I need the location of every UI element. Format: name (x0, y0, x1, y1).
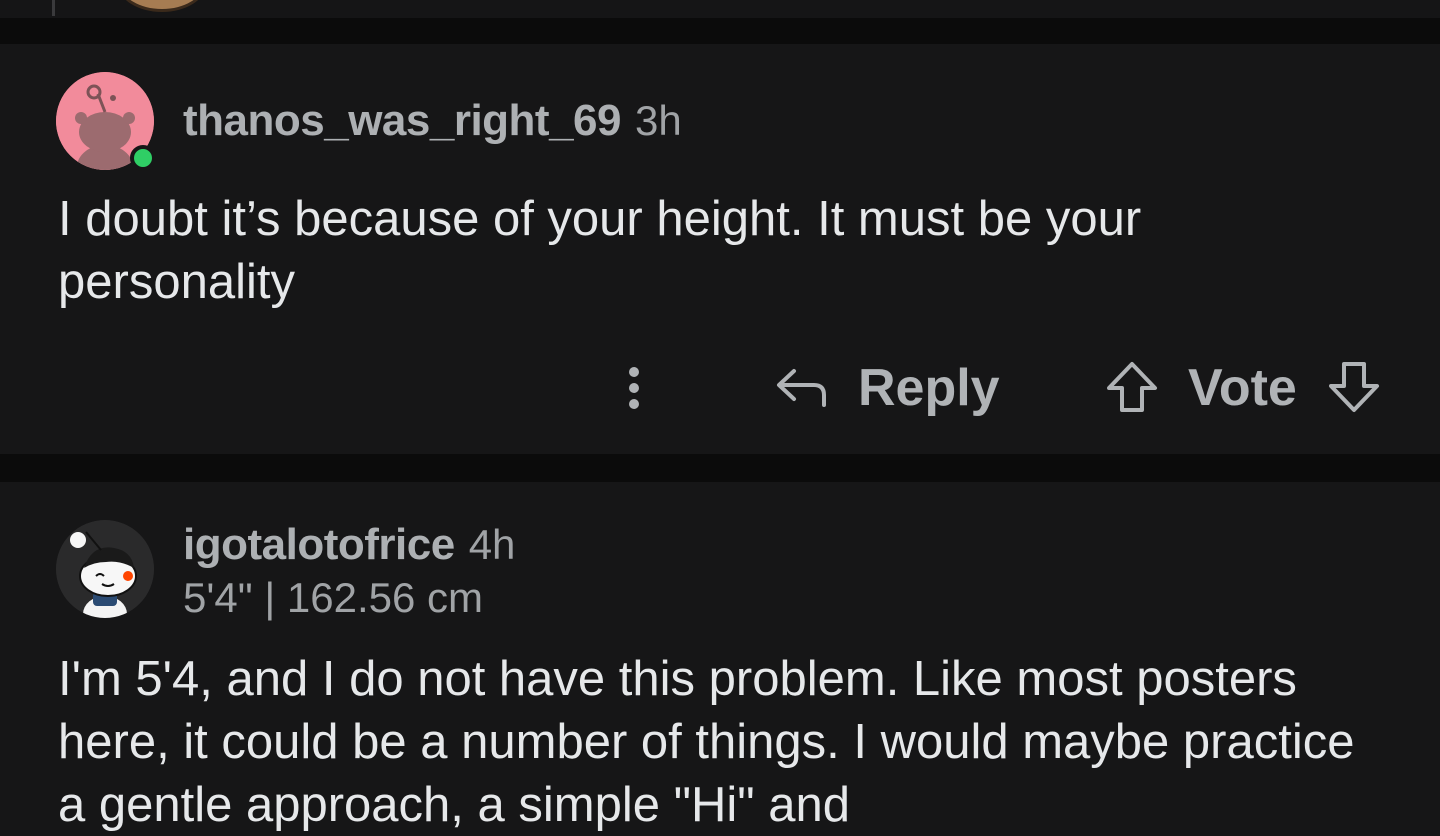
upvote-arrow-icon (1107, 362, 1157, 412)
reply-button[interactable]: Reply (774, 350, 1000, 426)
upvote-button[interactable] (1102, 354, 1162, 420)
comment-body: I doubt it’s because of your height. It … (58, 192, 1142, 309)
comment-timestamp: 3h (635, 97, 682, 144)
vote-count-label: Vote (1188, 359, 1297, 417)
reply-arrow-icon (777, 369, 826, 407)
username-link[interactable]: igotalotofrice (183, 520, 455, 570)
downvote-button[interactable] (1324, 354, 1384, 420)
avatar[interactable] (118, 0, 206, 12)
snoo-avatar-icon (56, 520, 154, 618)
previous-comment-card-edge (0, 0, 1440, 18)
thread-line[interactable] (52, 0, 55, 16)
more-options-button[interactable] (614, 358, 654, 418)
comment-timestamp: 4h (468, 521, 516, 568)
comment-body: I'm 5'4, and I do not have this problem.… (58, 652, 1355, 832)
downvote-arrow-icon (1329, 362, 1379, 412)
comment-meta: igotalotofrice 4h (183, 520, 515, 570)
comment-thread-screen: thanos_was_right_69 3h I doubt it’s beca… (0, 0, 1440, 836)
comment-action-bar: Reply Vote (600, 350, 1420, 426)
online-status-dot (130, 145, 156, 171)
avatar[interactable] (56, 520, 154, 618)
user-flair: 5'4" | 162.56 cm (183, 574, 484, 621)
more-vertical-icon (629, 367, 639, 409)
username-link[interactable]: thanos_was_right_69 (183, 96, 622, 146)
reply-label: Reply (858, 359, 1000, 417)
comment-meta: thanos_was_right_69 3h (183, 96, 682, 146)
